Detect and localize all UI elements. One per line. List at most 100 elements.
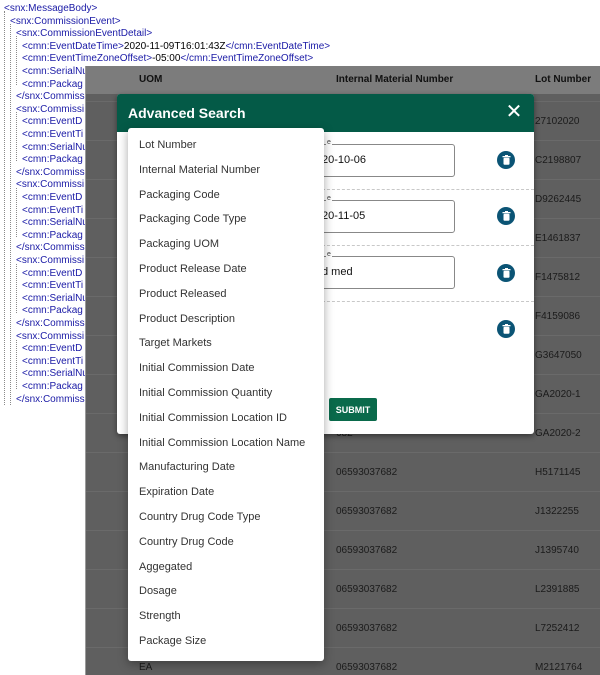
menu-item[interactable]: Manufacturing Date bbox=[139, 461, 235, 473]
field-value: 20-11-05 bbox=[322, 210, 366, 222]
menu-item[interactable]: Packaging Code Type bbox=[139, 213, 246, 225]
cell-lot-number: M2121764 bbox=[535, 662, 583, 673]
xml-line: <snx:Commissi bbox=[16, 330, 85, 342]
menu-item[interactable]: Expiration Date bbox=[139, 486, 214, 498]
search-value-field-3[interactable]: e d med bbox=[307, 251, 455, 289]
xml-line: </snx:Commissi bbox=[16, 166, 87, 178]
cell-lot-number: L7252412 bbox=[535, 623, 580, 634]
submit-button[interactable]: SUBMIT bbox=[329, 398, 377, 421]
menu-item[interactable]: Internal Material Number bbox=[139, 164, 260, 176]
menu-item[interactable]: Target Markets bbox=[139, 337, 212, 349]
cell-lot-number: G3647050 bbox=[535, 350, 582, 361]
close-icon[interactable]: ✕ bbox=[504, 102, 524, 122]
cell-lot-number: GA2020-2 bbox=[535, 428, 581, 439]
row-divider bbox=[322, 301, 534, 302]
xml-line: <cmn:EventTi bbox=[22, 355, 84, 367]
cell-lot-number: E1461837 bbox=[535, 233, 581, 244]
cell-lot-number: J1395740 bbox=[535, 545, 579, 556]
field-value: d med bbox=[322, 266, 353, 278]
xml-line: <cmn:Packag bbox=[22, 229, 83, 241]
column-header-uom[interactable]: UOM bbox=[139, 74, 162, 85]
cell-internal-material-number: 06593037682 bbox=[336, 506, 398, 517]
menu-item[interactable]: Initial Commission Location ID bbox=[139, 412, 287, 424]
cell-lot-number: H5171145 bbox=[535, 467, 581, 478]
cell-lot-number: L2391885 bbox=[535, 584, 580, 595]
trash-icon[interactable] bbox=[497, 320, 515, 338]
menu-item[interactable]: Product Release Date bbox=[139, 263, 247, 275]
tree-guide bbox=[16, 188, 17, 237]
xml-line: <cmn:Packag bbox=[22, 154, 83, 166]
menu-item[interactable]: Aggegated bbox=[139, 561, 192, 573]
menu-item[interactable]: Packaging UOM bbox=[139, 238, 219, 250]
xml-line: <snx:Commissi bbox=[16, 103, 85, 115]
trash-icon[interactable] bbox=[497, 151, 515, 169]
xml-line: <cmn:EventTi bbox=[22, 129, 84, 140]
cell-lot-number: D9262445 bbox=[535, 194, 582, 205]
grid-header: UOM Internal Material Number Lot Number bbox=[86, 66, 600, 94]
xml-line: <cmn:EventD bbox=[22, 116, 83, 128]
tree-guide bbox=[10, 24, 11, 405]
xml-line: <snx:CommissionEventDetail> bbox=[16, 28, 153, 40]
trash-icon[interactable] bbox=[497, 207, 515, 225]
cell-lot-number: F4159086 bbox=[535, 311, 581, 322]
cell-internal-material-number: 06593037682 bbox=[336, 623, 398, 634]
row-divider bbox=[322, 245, 534, 246]
menu-item[interactable]: Country Drug Code Type bbox=[139, 511, 260, 523]
xml-line: <cmn:EventD bbox=[22, 343, 83, 355]
xml-line: <cmn:SerialNu bbox=[22, 368, 88, 380]
cell-lot-number: GA2020-1 bbox=[535, 389, 581, 400]
field-legend: e bbox=[326, 195, 332, 202]
field-legend: e bbox=[326, 251, 332, 258]
column-header-internal-material-number[interactable]: Internal Material Number bbox=[336, 74, 453, 85]
menu-item[interactable]: Strength bbox=[139, 610, 181, 622]
xml-line: <cmn:SerialNu bbox=[22, 141, 88, 153]
cell-lot-number: F1475812 bbox=[535, 272, 581, 283]
tree-guide bbox=[16, 112, 17, 161]
xml-line: <cmn:SerialNu bbox=[22, 66, 88, 77]
dialog-title: Advanced Search bbox=[128, 105, 246, 121]
cell-uom: EA bbox=[139, 662, 153, 673]
xml-line: </snx:Commissi bbox=[16, 91, 87, 103]
field-legend: e bbox=[326, 139, 332, 146]
field-select-menu: Lot Number Internal Material Number Packag… bbox=[128, 128, 324, 661]
xml-line: <snx:MessageBody> bbox=[4, 3, 98, 14]
xml-line: </snx:Commissi bbox=[16, 393, 87, 405]
tree-guide bbox=[16, 264, 17, 313]
xml-line: <snx:CommissionEvent> bbox=[10, 15, 121, 27]
xml-line: </snx:Commissi bbox=[16, 318, 87, 329]
xml-line: <cmn:EventD bbox=[22, 192, 83, 203]
xml-line: <snx:Commissi bbox=[16, 179, 85, 191]
search-value-field-2[interactable]: e 20-11-05 bbox=[307, 195, 455, 233]
xml-line: <cmn:SerialNu bbox=[22, 217, 88, 229]
field-value: 20-10-06 bbox=[322, 154, 367, 166]
menu-item[interactable]: Product Description bbox=[139, 313, 235, 325]
xml-line: <cmn:Packag bbox=[22, 78, 83, 90]
cell-lot-number: J1322255 bbox=[535, 506, 579, 517]
menu-item[interactable]: Package Size bbox=[139, 635, 206, 647]
cell-lot-number: 27102020 bbox=[535, 116, 580, 127]
xml-line: <cmn:SerialNu bbox=[22, 292, 88, 304]
row-divider bbox=[322, 189, 534, 190]
search-value-field-1[interactable]: e 20-10-06 bbox=[307, 139, 455, 177]
menu-item[interactable]: Dosage bbox=[139, 585, 177, 597]
cell-lot-number: C2198807 bbox=[535, 155, 582, 166]
column-header-lot-number[interactable]: Lot Number bbox=[535, 74, 591, 85]
menu-item[interactable]: Lot Number bbox=[139, 139, 196, 151]
menu-item[interactable]: Product Released bbox=[139, 288, 226, 300]
menu-item[interactable]: Initial Commission Location Name bbox=[139, 437, 305, 449]
menu-item[interactable]: Country Drug Code bbox=[139, 536, 234, 548]
menu-item[interactable]: Initial Commission Date bbox=[139, 362, 255, 374]
tree-guide bbox=[16, 36, 17, 85]
xml-line: <cmn:EventTi bbox=[22, 204, 84, 216]
cell-internal-material-number: 06593037682 bbox=[336, 662, 398, 673]
cell-internal-material-number: 06593037682 bbox=[336, 467, 398, 478]
menu-item[interactable]: Packaging Code bbox=[139, 189, 220, 201]
tree-guide bbox=[4, 11, 5, 405]
menu-item[interactable]: Initial Commission Quantity bbox=[139, 387, 272, 399]
cell-internal-material-number: 06593037682 bbox=[336, 584, 398, 595]
xml-line: <cmn:Packag bbox=[22, 305, 83, 317]
xml-line: <cmn:Packag bbox=[22, 381, 83, 392]
cell-internal-material-number: 06593037682 bbox=[336, 545, 398, 556]
xml-line: <snx:Commissi bbox=[16, 255, 85, 266]
trash-icon[interactable] bbox=[497, 264, 515, 282]
